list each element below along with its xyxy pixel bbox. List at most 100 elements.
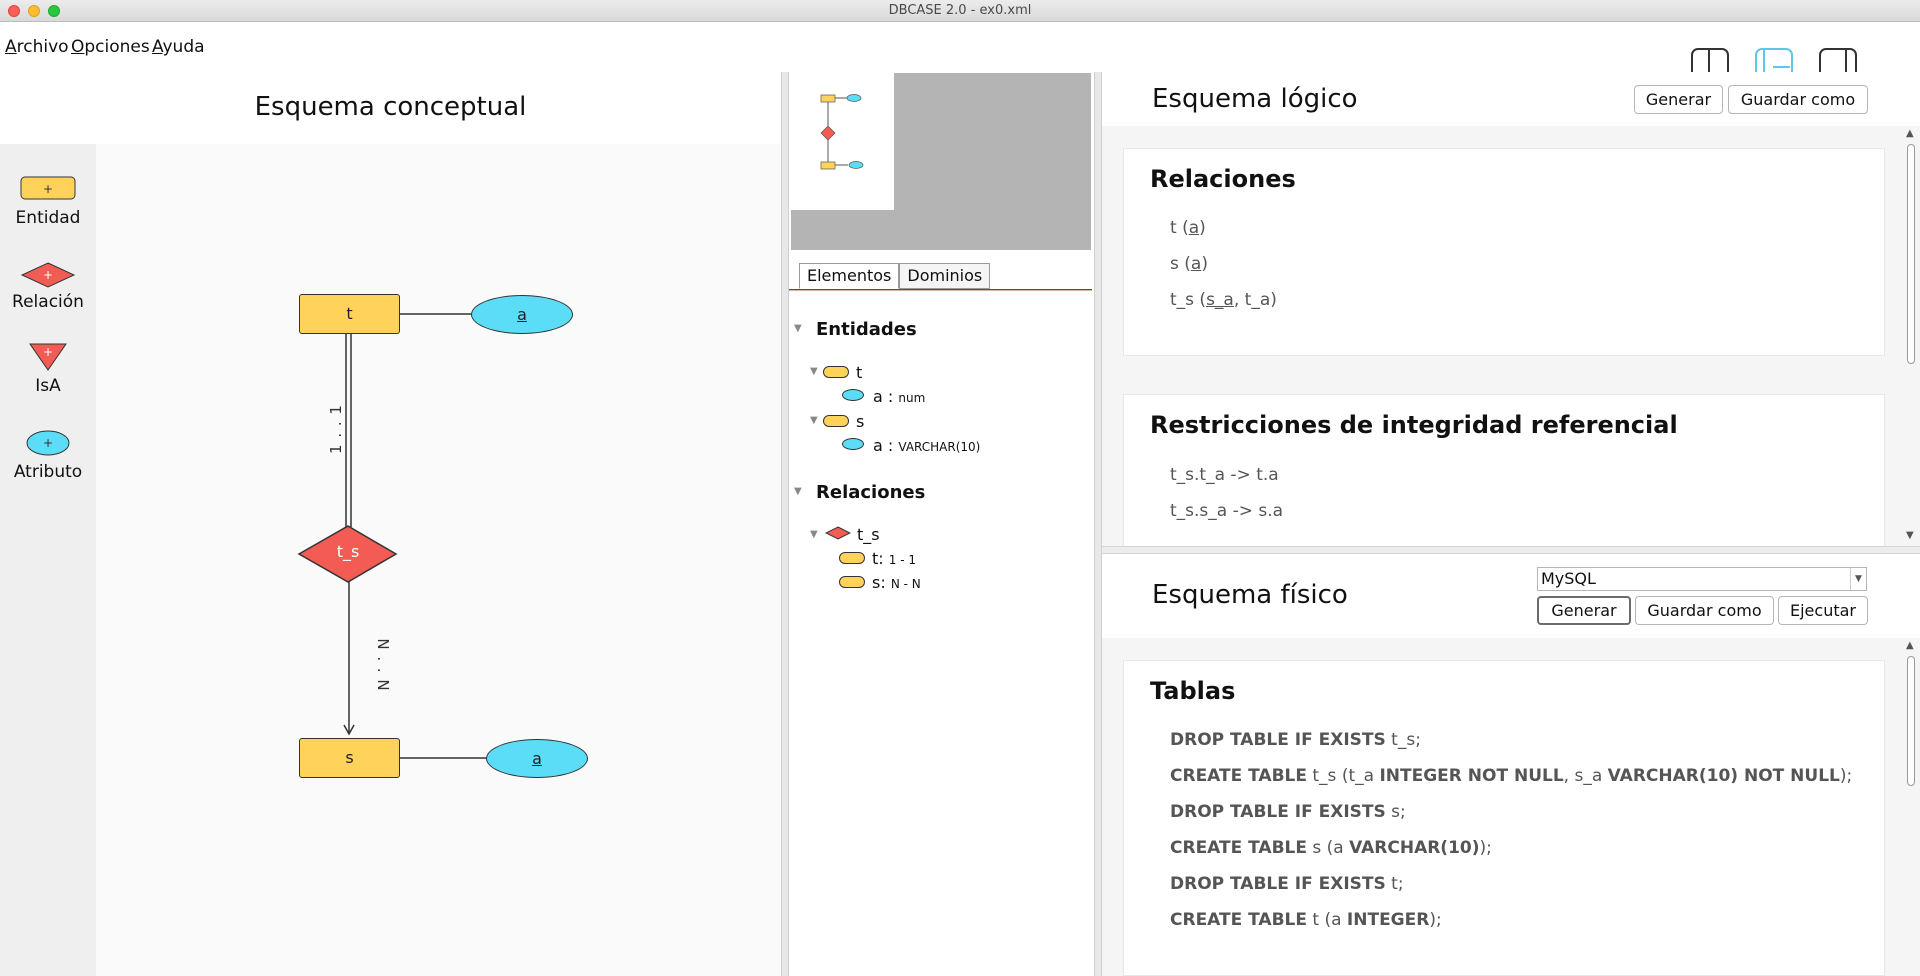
entity-node-icon bbox=[839, 576, 865, 588]
collapse-entity-t-icon[interactable]: ▼ bbox=[810, 366, 818, 377]
collapse-relation-ts-icon[interactable]: ▼ bbox=[810, 529, 818, 540]
palette-relation-label: Relación bbox=[12, 292, 84, 312]
logical-relation-t: t (a) bbox=[1170, 218, 1206, 238]
entity-node-icon bbox=[823, 366, 849, 378]
restriction-1: t_s.t_a -> t.a bbox=[1170, 465, 1279, 485]
logical-relation-ts: t_s (s_a, t_a) bbox=[1170, 290, 1277, 310]
sql-line-1: DROP TABLE IF EXISTS t_s; bbox=[1170, 730, 1421, 750]
tree-relations-header: Relaciones bbox=[816, 482, 926, 503]
execute-button[interactable]: Ejecutar bbox=[1778, 596, 1868, 625]
tree-entity-t[interactable]: t bbox=[856, 363, 862, 382]
palette-attribute[interactable]: + Atributo bbox=[0, 430, 96, 482]
relations-title: Relaciones bbox=[1150, 165, 1296, 193]
entity-node-icon bbox=[839, 552, 865, 564]
logical-scroll-area[interactable]: Relaciones t (a) s (a) t_s (s_a, t_a) Re… bbox=[1102, 126, 1920, 554]
palette-entity[interactable]: + Entidad bbox=[0, 176, 96, 228]
chevron-down-icon[interactable]: ▼ bbox=[1850, 568, 1866, 590]
tree-attr-s-a[interactable]: a : VARCHAR(10) bbox=[873, 436, 980, 455]
logical-save-as-button[interactable]: Guardar como bbox=[1728, 85, 1868, 114]
palette-isa[interactable]: + IsA bbox=[0, 342, 96, 396]
collapse-relations-icon[interactable]: ▼ bbox=[794, 486, 802, 497]
tab-elementos[interactable]: Elementos bbox=[799, 263, 900, 289]
svg-text:+: + bbox=[43, 436, 53, 450]
menu-archivo-rest: rchivo bbox=[16, 37, 69, 57]
dbms-select-value: MySQL bbox=[1541, 569, 1596, 588]
relation-node-icon bbox=[825, 526, 851, 540]
entity-t[interactable]: t bbox=[299, 294, 400, 334]
conceptual-panel: Esquema conceptual + Entidad + Relación … bbox=[0, 72, 781, 976]
logical-title: Esquema lógico bbox=[1152, 84, 1358, 114]
physical-scroll-thumb[interactable] bbox=[1907, 656, 1915, 786]
palette-isa-label: IsA bbox=[35, 376, 61, 396]
tree-entities-header: Entidades bbox=[816, 319, 917, 340]
entity-node-icon bbox=[823, 415, 849, 427]
scroll-up-icon[interactable]: ▲ bbox=[1906, 640, 1914, 651]
dbms-select[interactable]: MySQL ▼ bbox=[1537, 567, 1867, 591]
menubar: Archivo Opciones Ayuda bbox=[0, 22, 1920, 86]
diagram-canvas[interactable]: t a t_s 1 . . 1 N . . N s a bbox=[96, 144, 781, 976]
tables-card: Tablas DROP TABLE IF EXISTS t_s; CREATE … bbox=[1123, 660, 1885, 976]
tree-relation-link-t[interactable]: t: 1 - 1 bbox=[872, 549, 916, 568]
logical-scrollbar[interactable]: ▲ ▼ bbox=[1904, 126, 1918, 544]
menu-ayuda[interactable]: Ayuda bbox=[152, 37, 205, 57]
cardinality-top: 1 . . 1 bbox=[327, 404, 345, 454]
attribute-t-a[interactable]: a bbox=[471, 295, 573, 334]
right-splitter[interactable] bbox=[1094, 72, 1102, 976]
palette-relation[interactable]: + Relación bbox=[0, 262, 96, 312]
restrictions-title: Restricciones de integridad referencial bbox=[1150, 411, 1678, 439]
diagram-minimap[interactable] bbox=[791, 73, 1091, 250]
logical-generate-button[interactable]: Generar bbox=[1634, 85, 1723, 114]
diagram-connectors bbox=[297, 313, 487, 759]
physical-save-as-button[interactable]: Guardar como bbox=[1635, 596, 1774, 625]
attribute-icon: + bbox=[26, 430, 70, 456]
physical-scrollbar[interactable]: ▲ bbox=[1904, 638, 1918, 976]
scroll-down-icon[interactable]: ▼ bbox=[1906, 530, 1914, 541]
entity-s[interactable]: s bbox=[299, 738, 400, 778]
restriction-2: t_s.s_a -> s.a bbox=[1170, 501, 1284, 521]
tree-relation-link-s[interactable]: s: N - N bbox=[872, 573, 921, 592]
physical-scroll-area[interactable]: Tablas DROP TABLE IF EXISTS t_s; CREATE … bbox=[1102, 638, 1920, 976]
attribute-node-icon bbox=[842, 389, 864, 401]
minimize-window-button[interactable] bbox=[28, 5, 40, 17]
palette: + Entidad + Relación + IsA + Atributo bbox=[0, 144, 96, 976]
schemas-splitter[interactable] bbox=[1102, 546, 1920, 554]
palette-attribute-label: Atributo bbox=[13, 462, 83, 482]
sql-line-3: DROP TABLE IF EXISTS s; bbox=[1170, 802, 1406, 822]
close-window-button[interactable] bbox=[8, 5, 20, 17]
tab-dominios[interactable]: Dominios bbox=[899, 263, 991, 289]
relation-icon: + bbox=[20, 262, 76, 288]
tree-attr-t-a[interactable]: a : num bbox=[873, 387, 925, 406]
elements-panel: Elementos Dominios ▼ Entidades ▼ t a : nu… bbox=[789, 72, 1092, 976]
collapse-entity-s-icon[interactable]: ▼ bbox=[810, 415, 818, 426]
minimap-viewport[interactable] bbox=[791, 73, 894, 210]
tree-entity-s[interactable]: s bbox=[856, 412, 864, 431]
sql-line-5: DROP TABLE IF EXISTS t; bbox=[1170, 874, 1404, 894]
svg-text:+: + bbox=[43, 268, 53, 282]
sql-line-2: CREATE TABLE t_s (t_a INTEGER NOT NULL, … bbox=[1170, 766, 1853, 786]
tables-title: Tablas bbox=[1150, 677, 1236, 705]
physical-generate-button[interactable]: Generar bbox=[1537, 596, 1631, 625]
conceptual-title: Esquema conceptual bbox=[254, 92, 527, 122]
restrictions-card: Restricciones de integridad referencial … bbox=[1123, 394, 1885, 554]
logical-scroll-thumb[interactable] bbox=[1907, 144, 1915, 364]
menu-archivo[interactable]: Archivo bbox=[5, 37, 69, 57]
menu-opciones[interactable]: Opciones bbox=[71, 37, 150, 57]
maximize-window-button[interactable] bbox=[48, 5, 60, 17]
attribute-s-a[interactable]: a bbox=[486, 739, 588, 778]
palette-entity-label: Entidad bbox=[15, 208, 81, 228]
relation-t_s-label[interactable]: t_s bbox=[299, 542, 397, 561]
schemas-panel: Esquema lógico Generar Guardar como Rela… bbox=[1102, 72, 1920, 976]
tabs-underline bbox=[789, 289, 1092, 291]
scroll-up-icon[interactable]: ▲ bbox=[1906, 128, 1914, 139]
elements-tabs: Elementos Dominios bbox=[799, 263, 991, 289]
relations-card: Relaciones t (a) s (a) t_s (s_a, t_a) bbox=[1123, 148, 1885, 356]
svg-text:+: + bbox=[43, 345, 53, 359]
left-splitter[interactable] bbox=[781, 72, 789, 976]
attribute-node-icon bbox=[842, 438, 864, 450]
sql-line-4: CREATE TABLE s (a VARCHAR(10)); bbox=[1170, 838, 1492, 858]
sql-line-6: CREATE TABLE t (a INTEGER); bbox=[1170, 910, 1442, 930]
cardinality-bottom: N . . N bbox=[374, 638, 392, 692]
window-title: DBCASE 2.0 - ex0.xml bbox=[888, 3, 1032, 18]
collapse-entities-icon[interactable]: ▼ bbox=[794, 323, 802, 334]
tree-relation-ts[interactable]: t_s bbox=[857, 525, 880, 544]
